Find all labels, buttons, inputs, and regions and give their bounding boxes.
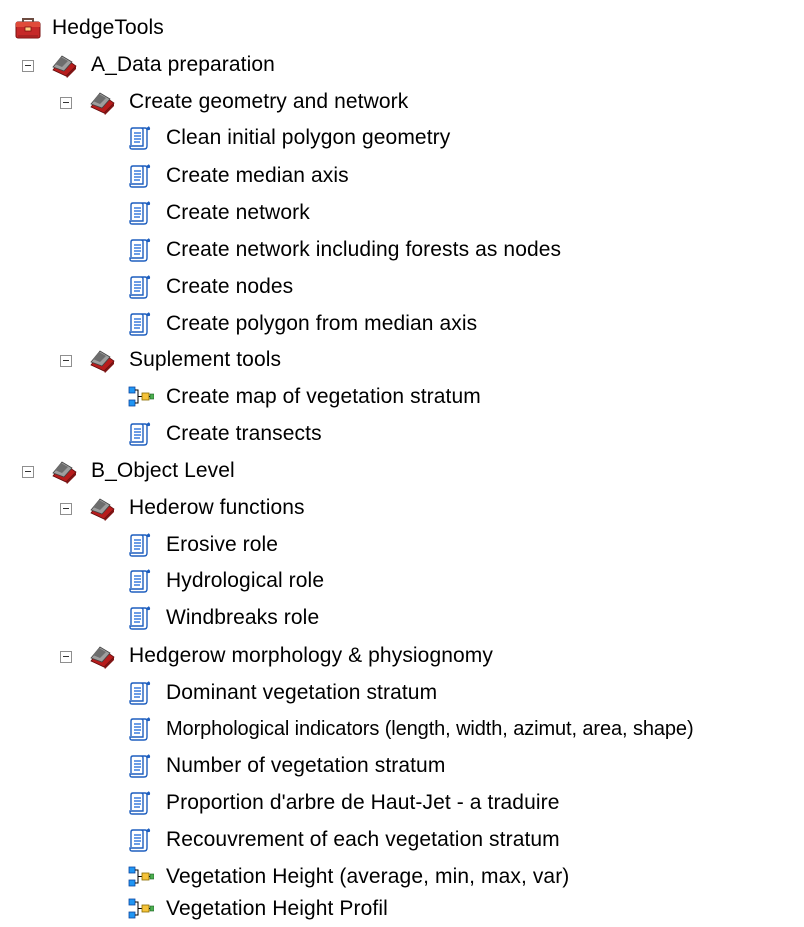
toolbox-tree: HedgeTools A_Data preparation Create geo… (0, 0, 804, 927)
collapse-icon[interactable] (60, 355, 72, 367)
tool-label: Morphological indicators (length, width,… (166, 718, 694, 740)
toolset-label: Hederow functions (129, 496, 305, 519)
collapse-icon[interactable] (60, 503, 72, 515)
tool-label: Vegetation Height (average, min, max, va… (166, 865, 570, 888)
tool-label: Windbreaks role (166, 606, 320, 629)
tool-label: Create nodes (166, 275, 294, 298)
toolset-icon (50, 458, 78, 484)
script-tool-icon (126, 827, 154, 853)
script-tool-icon (126, 605, 154, 631)
script-tool-icon (126, 125, 154, 151)
collapse-icon[interactable] (22, 466, 34, 478)
tool-label: Recouvrement of each vegetation stratum (166, 828, 560, 851)
tool-label: Create map of vegetation stratum (166, 385, 481, 408)
script-tool-icon (126, 753, 154, 779)
model-tool-icon (126, 896, 154, 922)
tool-label: Create polygon from median axis (166, 312, 478, 335)
tool-label: Number of vegetation stratum (166, 754, 446, 777)
script-tool-icon (126, 568, 154, 594)
tool-label: Proportion d'arbre de Haut-Jet - a tradu… (166, 791, 560, 814)
model-tool-icon (126, 864, 154, 890)
tool-label: Clean initial polygon geometry (166, 126, 451, 149)
toolset-icon (88, 347, 116, 373)
script-tool-icon (126, 532, 154, 558)
toolset-icon (88, 643, 116, 669)
script-tool-icon (126, 200, 154, 226)
script-tool-icon (126, 311, 154, 337)
toolbox-icon (14, 15, 42, 41)
toolset-label: Hedgerow morphology & physiognomy (129, 644, 493, 667)
script-tool-icon (126, 237, 154, 263)
script-tool-icon (126, 680, 154, 706)
tool-label: Create transects (166, 422, 322, 445)
tool-label: Erosive role (166, 533, 279, 556)
tool-label: Create median axis (166, 164, 349, 187)
script-tool-icon (126, 790, 154, 816)
collapse-icon[interactable] (22, 60, 34, 72)
script-tool-icon (126, 274, 154, 300)
toolbox-title: HedgeTools (52, 16, 164, 39)
toolset-icon (88, 89, 116, 115)
tool-label: Dominant vegetation stratum (166, 681, 438, 704)
toolset-label: A_Data preparation (91, 53, 275, 76)
tool-label: Hydrological role (166, 569, 325, 592)
toolset-icon (88, 495, 116, 521)
collapse-icon[interactable] (60, 651, 72, 663)
toolset-icon (50, 52, 78, 78)
tool-label: Create network including forests as node… (166, 238, 562, 261)
toolset-label: Suplement tools (129, 348, 282, 371)
toolset-label: Create geometry and network (129, 90, 409, 113)
toolset-label: B_Object Level (91, 459, 235, 482)
script-tool-icon (126, 716, 154, 742)
script-tool-icon (126, 421, 154, 447)
model-tool-icon (126, 384, 154, 410)
tool-label: Vegetation Height Profil (166, 897, 388, 920)
script-tool-icon (126, 163, 154, 189)
collapse-icon[interactable] (60, 97, 72, 109)
tool-label: Create network (166, 201, 310, 224)
